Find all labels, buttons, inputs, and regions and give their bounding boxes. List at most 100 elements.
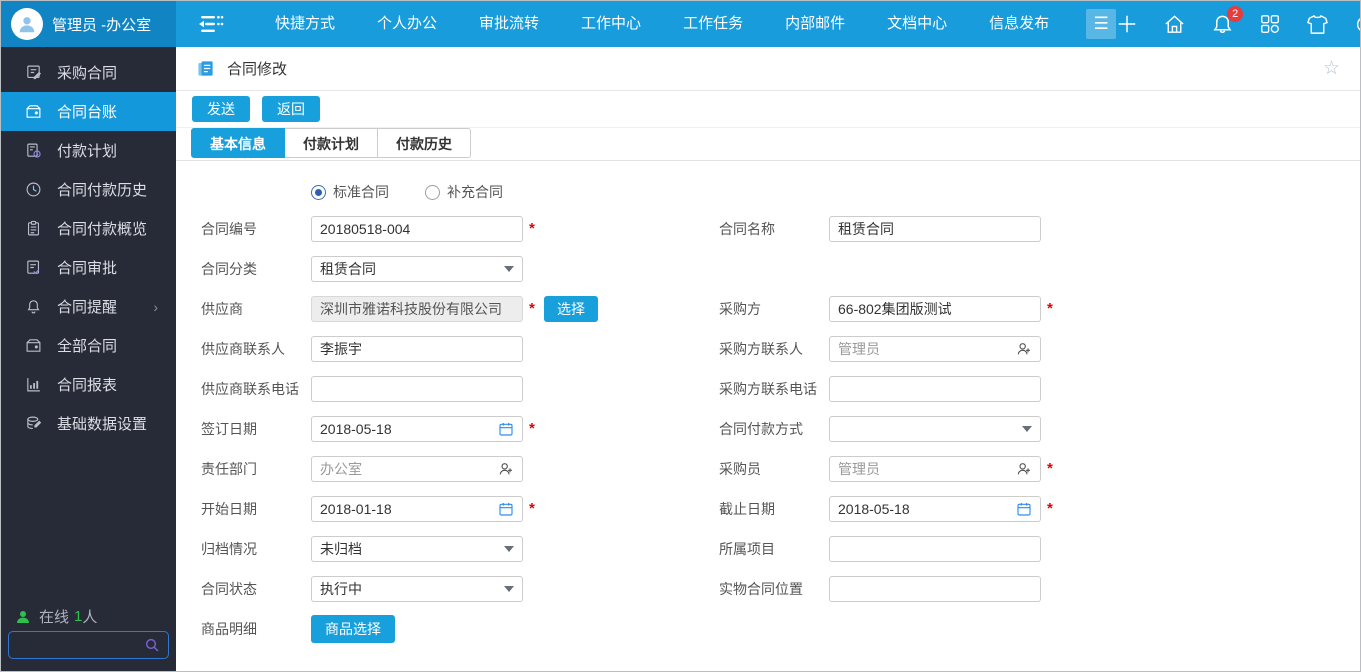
shirt-icon[interactable]: [1306, 13, 1329, 36]
radio-supplement-contract[interactable]: [425, 184, 440, 200]
wallet-icon: [26, 339, 41, 352]
bell-icon[interactable]: 2: [1211, 5, 1244, 36]
project-input[interactable]: [829, 536, 1041, 562]
calendar-icon[interactable]: [498, 501, 514, 517]
field-label-contract-no: 合同编号: [201, 221, 257, 237]
sidebar-item-purchase-contract[interactable]: 采购合同: [1, 53, 176, 92]
goods-select-button[interactable]: 商品选择: [311, 615, 395, 643]
nav-item-internal-mail[interactable]: 内部邮件: [764, 1, 866, 47]
select-value: 执行中: [320, 581, 362, 597]
supplier-input: [311, 296, 523, 322]
sidebar-item-label: 全部合同: [57, 338, 118, 355]
purchaser-input[interactable]: [829, 296, 1041, 322]
user-name: 管理员 -办公室: [52, 16, 152, 34]
picker-value: 办公室: [320, 461, 362, 477]
required-star: *: [529, 220, 535, 237]
person-add-icon[interactable]: [1016, 461, 1032, 477]
nav-item-work-center[interactable]: 工作中心: [560, 1, 662, 47]
breadcrumb-bar: 合同修改 ☆: [176, 47, 1360, 91]
sidebar-item-contract-ledger[interactable]: 合同台账: [1, 92, 176, 131]
responsible-dept-picker[interactable]: 办公室: [311, 456, 523, 482]
person-add-icon[interactable]: [1016, 341, 1032, 357]
required-star: *: [1047, 500, 1053, 517]
sidebar-item-contract-reminder[interactable]: 合同提醒 ›: [1, 287, 176, 326]
contract-category-select[interactable]: 租赁合同: [311, 256, 523, 282]
sidebar-item-all-contracts[interactable]: 全部合同: [1, 326, 176, 365]
nav-item-shortcuts[interactable]: 快捷方式: [254, 1, 356, 47]
start-date-picker[interactable]: 2018-01-18: [311, 496, 523, 522]
sidebar-item-contract-reports[interactable]: 合同报表: [1, 365, 176, 404]
buyer-picker[interactable]: 管理员: [829, 456, 1041, 482]
radio-label[interactable]: 补充合同: [447, 182, 503, 202]
tab-basic-info[interactable]: 基本信息: [191, 128, 285, 158]
apps-icon[interactable]: [1259, 13, 1281, 35]
supplier-phone-input[interactable]: [311, 376, 523, 402]
nav-item-personal-office[interactable]: 个人办公: [356, 1, 458, 47]
sidebar-item-base-data-settings[interactable]: 基础数据设置: [1, 404, 176, 443]
chevron-right-icon: ›: [153, 298, 158, 315]
clock-icon: [26, 182, 41, 197]
person-add-icon[interactable]: [498, 461, 514, 477]
tab-payment-plan[interactable]: 付款计划: [285, 128, 378, 158]
end-date-picker[interactable]: 2018-05-18: [829, 496, 1041, 522]
caret-down-icon: [1022, 426, 1032, 432]
contract-type-row: 标准合同 补充合同: [176, 175, 1360, 209]
notification-badge: 2: [1227, 5, 1244, 22]
required-star: *: [529, 300, 535, 317]
radio-label[interactable]: 标准合同: [333, 182, 389, 202]
sidebar-item-payment-overview[interactable]: 合同付款概览: [1, 209, 176, 248]
sidebar-item-contract-approval[interactable]: 合同审批: [1, 248, 176, 287]
field-label-contract-category: 合同分类: [201, 261, 257, 277]
purchaser-phone-input[interactable]: [829, 376, 1041, 402]
form-row: 责任部门 办公室 采购员 管理员 *: [176, 449, 1360, 489]
required-star: *: [1047, 300, 1053, 317]
sidebar-collapse-icon[interactable]: [198, 14, 224, 34]
sidebar-search-input[interactable]: [9, 637, 144, 653]
nav-item-work-tasks[interactable]: 工作任务: [662, 1, 764, 47]
home-icon[interactable]: [1163, 13, 1186, 36]
select-value: 租赁合同: [320, 261, 376, 277]
send-button[interactable]: 发送: [192, 96, 250, 122]
favorite-star-icon[interactable]: ☆: [1323, 57, 1340, 80]
archive-status-select[interactable]: 未归档: [311, 536, 523, 562]
radio-standard-contract[interactable]: [311, 184, 326, 200]
sign-date-picker[interactable]: 2018-05-18: [311, 416, 523, 442]
wallet-icon: [26, 105, 41, 118]
date-value: 2018-01-18: [320, 501, 392, 517]
calendar-icon[interactable]: [498, 421, 514, 437]
payment-method-select[interactable]: [829, 416, 1041, 442]
top-nav: 快捷方式 个人办公 审批流转 工作中心 工作任务 内部邮件 文档中心 信息发布 …: [254, 1, 1117, 47]
nav-item-document-center[interactable]: 文档中心: [866, 1, 968, 47]
sidebar-item-payment-plan[interactable]: 付款计划: [1, 131, 176, 170]
form-row: 合同分类 租赁合同: [176, 249, 1360, 289]
contract-status-select[interactable]: 执行中: [311, 576, 523, 602]
online-unit: 人: [82, 609, 98, 626]
form-row: 归档情况 未归档 所属项目: [176, 529, 1360, 569]
supplier-contact-input[interactable]: [311, 336, 523, 362]
purchaser-contact-picker[interactable]: 管理员: [829, 336, 1041, 362]
required-star: *: [529, 500, 535, 517]
search-icon[interactable]: [144, 637, 160, 653]
more-menu-icon[interactable]: ☰: [1086, 9, 1117, 39]
caret-down-icon: [504, 546, 514, 552]
plus-icon[interactable]: [1116, 13, 1138, 35]
back-button[interactable]: 返回: [262, 96, 320, 122]
sidebar-item-payment-history[interactable]: 合同付款历史: [1, 170, 176, 209]
contract-no-input[interactable]: [311, 216, 523, 242]
required-star: *: [529, 420, 535, 437]
field-label-supplier-phone: 供应商联系电话: [201, 381, 299, 397]
top-icon-cluster: 2: [1116, 5, 1360, 36]
tab-payment-history[interactable]: 付款历史: [378, 128, 471, 158]
field-label-buyer: 采购员: [719, 461, 761, 477]
nav-item-approval-flow[interactable]: 审批流转: [458, 1, 560, 47]
contract-name-input[interactable]: [829, 216, 1041, 242]
field-label-physical-location: 实物合同位置: [719, 581, 803, 597]
calendar-icon[interactable]: [1016, 501, 1032, 517]
physical-location-input[interactable]: [829, 576, 1041, 602]
power-icon[interactable]: [1354, 13, 1360, 35]
supplier-select-button[interactable]: 选择: [544, 296, 598, 322]
nav-item-info-publish[interactable]: 信息发布: [968, 1, 1070, 47]
field-label-purchaser: 采购方: [719, 301, 761, 317]
user-block[interactable]: 管理员 -办公室: [1, 1, 176, 47]
field-label-start-date: 开始日期: [201, 501, 257, 517]
